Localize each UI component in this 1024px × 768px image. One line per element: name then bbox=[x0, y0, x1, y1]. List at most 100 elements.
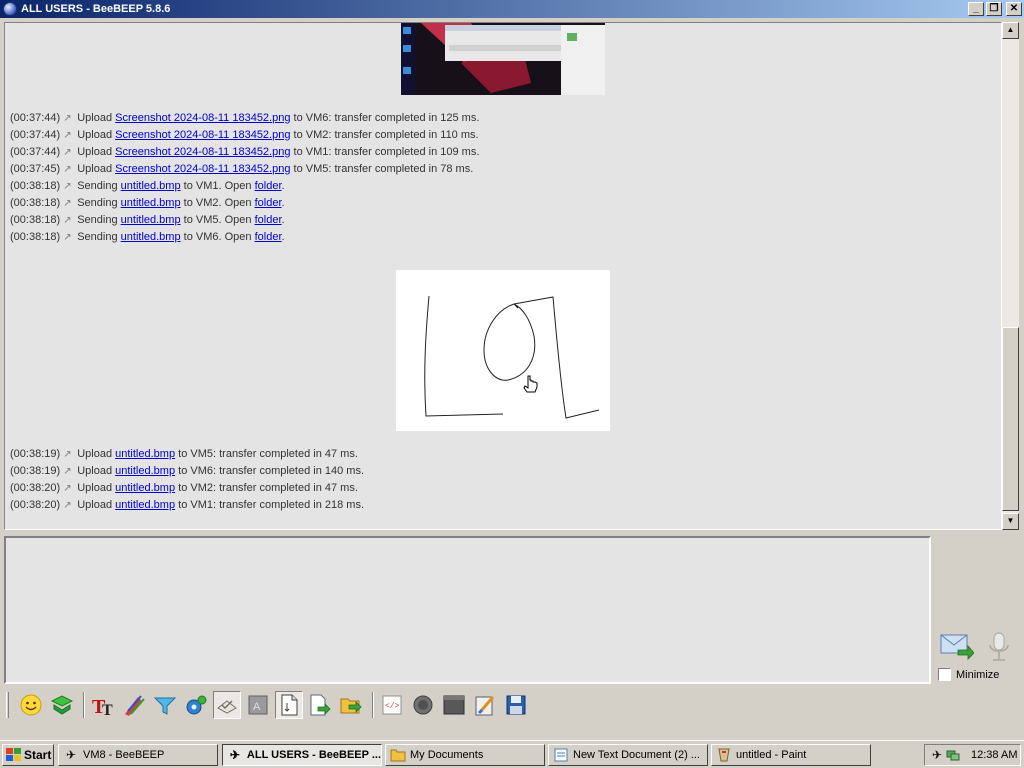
file-link[interactable]: untitled.bmp bbox=[121, 214, 181, 226]
transfer-icon: ↗ bbox=[63, 466, 72, 477]
task-label: My Documents bbox=[410, 749, 484, 761]
log-line: (00:38:20) ↗ Upload untitled.bmp to VM2: … bbox=[10, 480, 364, 497]
log-upload-group-2: (00:38:19) ↗ Upload untitled.bmp to VM5: … bbox=[10, 446, 364, 514]
minimize-option[interactable]: Minimize bbox=[938, 668, 999, 681]
clock[interactable]: 12:38 AM bbox=[971, 749, 1017, 761]
file-link[interactable]: untitled.bmp bbox=[115, 499, 175, 511]
record-icon[interactable] bbox=[409, 691, 437, 719]
window-title: ALL USERS - BeeBEEP 5.8.6 bbox=[21, 3, 171, 15]
log-action: Upload bbox=[77, 465, 113, 477]
chat-scrollbar[interactable]: ▲ ▼ bbox=[1002, 22, 1019, 530]
svg-text:A: A bbox=[253, 701, 261, 713]
message-input[interactable] bbox=[4, 536, 931, 684]
svg-text:T: T bbox=[102, 702, 113, 717]
transfer-icon: ↗ bbox=[63, 164, 72, 175]
file-link[interactable]: Screenshot 2024-08-11 183452.png bbox=[115, 163, 290, 175]
minimize-window-button[interactable]: _ bbox=[968, 2, 984, 16]
transfer-icon: ↗ bbox=[63, 500, 72, 511]
file-link[interactable]: untitled.bmp bbox=[121, 180, 181, 192]
file-link[interactable]: untitled.bmp bbox=[121, 231, 181, 243]
screenshot-thumbnail[interactable] bbox=[401, 23, 605, 95]
file-link[interactable]: Screenshot 2024-08-11 183452.png bbox=[115, 129, 290, 141]
network-tray-icon[interactable] bbox=[945, 747, 961, 764]
log-action: Sending bbox=[77, 180, 118, 192]
download-icon[interactable] bbox=[48, 691, 76, 719]
folder-link[interactable]: folder bbox=[255, 197, 282, 209]
system-tray: ✈ 12:38 AM bbox=[924, 744, 1021, 766]
taskbar-item-my-documents[interactable]: My Documents bbox=[385, 744, 545, 766]
scroll-thumb[interactable] bbox=[1002, 327, 1019, 511]
beebeep-tray-icon[interactable]: ✈ bbox=[929, 748, 945, 762]
file-link[interactable]: Screenshot 2024-08-11 183452.png bbox=[115, 146, 290, 158]
timestamp: (00:38:18) bbox=[10, 197, 61, 209]
chat-history[interactable]: (00:37:44) ↗ Upload Screenshot 2024-08-11… bbox=[4, 22, 1002, 530]
file-icon[interactable] bbox=[275, 691, 303, 719]
transfer-icon: ↗ bbox=[63, 232, 72, 243]
task-label: VM8 - BeeBEEP bbox=[83, 749, 165, 761]
start-label: Start bbox=[24, 747, 52, 762]
windows-taskbar: Start ✈ VM8 - BeeBEEP ✈ ALL USERS - BeeB… bbox=[0, 740, 1024, 768]
scroll-down-button[interactable]: ▼ bbox=[1002, 513, 1019, 530]
log-line: (00:38:19) ↗ Upload untitled.bmp to VM5: … bbox=[10, 446, 364, 463]
log-action: Upload bbox=[77, 163, 113, 175]
save-icon[interactable] bbox=[502, 691, 530, 719]
toolbar-grip[interactable] bbox=[6, 692, 9, 718]
folder-share-icon[interactable] bbox=[337, 691, 365, 719]
send-message-icon[interactable] bbox=[940, 632, 975, 660]
folder-icon bbox=[390, 748, 406, 762]
restore-window-button[interactable]: ❐ bbox=[986, 2, 1002, 16]
file-link[interactable]: Screenshot 2024-08-11 183452.png bbox=[115, 112, 290, 124]
file-link[interactable]: untitled.bmp bbox=[115, 465, 175, 477]
log-line: (00:37:44) ↗ Upload Screenshot 2024-08-11… bbox=[10, 110, 479, 127]
minimize-checkbox[interactable] bbox=[938, 668, 951, 681]
folder-link[interactable]: folder bbox=[255, 231, 282, 243]
transfer-icon: ↗ bbox=[63, 181, 72, 192]
send-file-icon[interactable] bbox=[306, 691, 334, 719]
log-text: to VM2: transfer completed in 110 ms. bbox=[293, 129, 479, 141]
timestamp: (00:37:45) bbox=[10, 163, 61, 175]
file-link[interactable]: untitled.bmp bbox=[115, 448, 175, 460]
scroll-up-button[interactable]: ▲ bbox=[1002, 22, 1019, 39]
file-link[interactable]: untitled.bmp bbox=[121, 197, 181, 209]
log-action: Upload bbox=[77, 482, 113, 494]
taskbar-item-paint[interactable]: untitled - Paint bbox=[711, 744, 871, 766]
start-button[interactable]: Start bbox=[2, 743, 54, 766]
paint-icon bbox=[716, 748, 732, 762]
emoticon-icon[interactable] bbox=[17, 691, 45, 719]
transfer-icon: ↗ bbox=[63, 113, 72, 124]
log-action: Upload bbox=[77, 129, 113, 141]
beebeep-app-icon[interactable] bbox=[3, 2, 17, 16]
beebeep-icon: ✈ bbox=[229, 748, 240, 762]
task-label: New Text Document (2) ... bbox=[573, 749, 700, 761]
log-action: Sending bbox=[77, 197, 118, 209]
svg-text:</>: </> bbox=[385, 702, 400, 711]
filter-icon[interactable] bbox=[151, 691, 179, 719]
log-text-end: . bbox=[281, 231, 285, 243]
taskbar-item-notepad[interactable]: New Text Document (2) ... bbox=[548, 744, 708, 766]
color-pen-icon[interactable] bbox=[120, 691, 148, 719]
taskbar-item-vm8-beebeep[interactable]: ✈ VM8 - BeeBEEP bbox=[58, 744, 218, 766]
taskbar-item-all-users-beebeep[interactable]: ✈ ALL USERS - BeeBEEP ... bbox=[222, 744, 382, 766]
settings-icon[interactable] bbox=[182, 691, 210, 719]
file-link[interactable]: untitled.bmp bbox=[115, 482, 175, 494]
font-icon[interactable]: TT bbox=[89, 691, 117, 719]
log-text: to VM1. Open bbox=[183, 180, 252, 192]
font-size-icon[interactable]: A bbox=[244, 691, 272, 719]
folder-link[interactable]: folder bbox=[255, 180, 282, 192]
microphone-icon[interactable] bbox=[986, 632, 1012, 662]
timestamp: (00:37:44) bbox=[10, 146, 61, 158]
log-action: Upload bbox=[77, 146, 113, 158]
spellcheck-icon[interactable] bbox=[213, 691, 241, 719]
bitmap-preview[interactable] bbox=[396, 270, 610, 431]
log-action: Sending bbox=[77, 231, 118, 243]
log-text: to VM1: transfer completed in 218 ms. bbox=[178, 499, 365, 511]
close-window-button[interactable]: ✕ bbox=[1006, 2, 1022, 16]
clear-icon[interactable] bbox=[471, 691, 499, 719]
transfer-icon: ↗ bbox=[63, 215, 72, 226]
log-line: (00:38:18) ↗ Sending untitled.bmp to VM1.… bbox=[10, 178, 479, 195]
folder-link[interactable]: folder bbox=[255, 214, 282, 226]
html-icon[interactable]: </> bbox=[378, 691, 406, 719]
task-label: ALL USERS - BeeBEEP ... bbox=[246, 749, 381, 761]
log-text: to VM1: transfer completed in 109 ms. bbox=[293, 146, 480, 158]
screenshot-icon[interactable] bbox=[440, 691, 468, 719]
